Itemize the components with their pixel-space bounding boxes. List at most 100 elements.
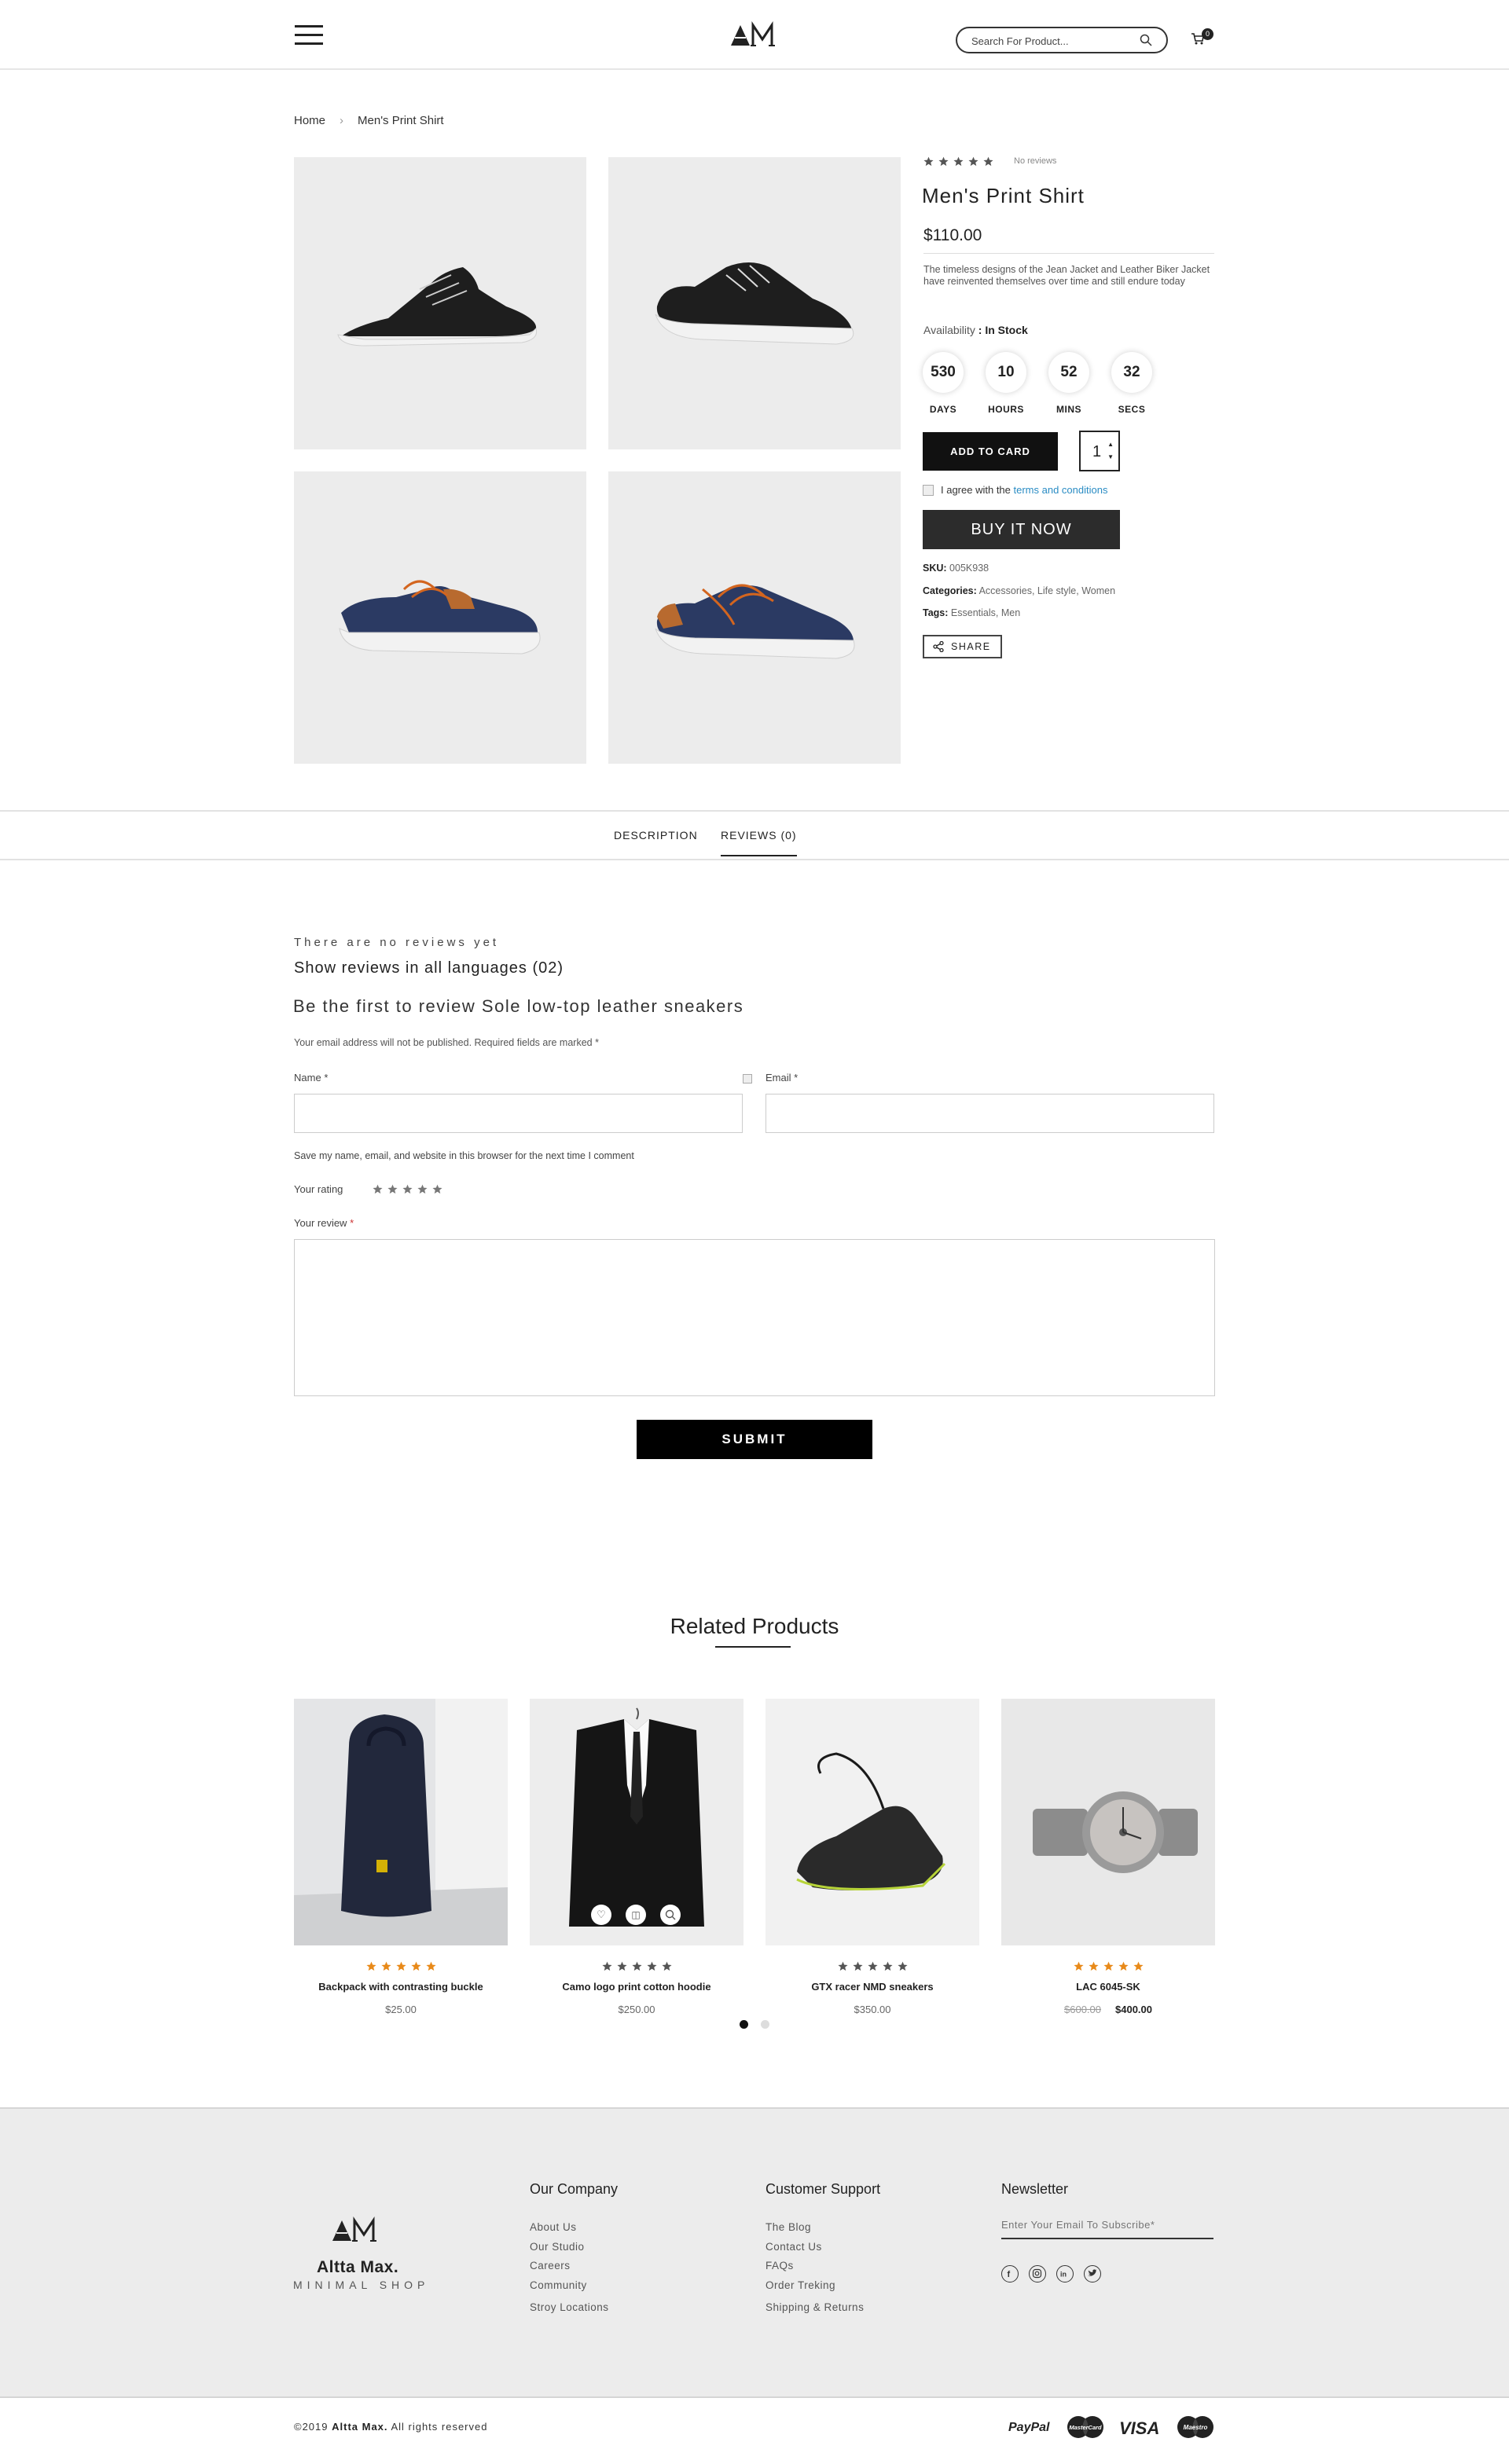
show-all-reviews-link[interactable]: Show reviews in all languages (02) bbox=[294, 959, 564, 977]
product-card-image[interactable] bbox=[294, 1699, 508, 1945]
product-card-image[interactable]: ♡ ◫ bbox=[530, 1699, 743, 1945]
category-link[interactable]: Accessories bbox=[979, 585, 1032, 596]
copyright-brand: Altta Max. bbox=[332, 2421, 388, 2433]
category-link[interactable]: Life style bbox=[1037, 585, 1076, 596]
tab-description[interactable]: DESCRIPTION bbox=[614, 829, 698, 842]
footer-link[interactable]: The Blog bbox=[766, 2221, 811, 2233]
star-icon bbox=[1103, 1961, 1114, 1971]
required-mark: * bbox=[595, 1037, 599, 1048]
footer-link[interactable]: Our Studio bbox=[530, 2241, 585, 2253]
footer-link[interactable]: Order Treking bbox=[766, 2279, 835, 2291]
zoom-icon[interactable] bbox=[660, 1905, 681, 1925]
footer-link[interactable]: FAQs bbox=[766, 2260, 794, 2272]
carousel-dot-active[interactable] bbox=[740, 2020, 748, 2029]
countdown-value: 52 bbox=[1048, 352, 1089, 393]
product-card[interactable]: ♡ ◫ Camo logo print cotton hoodie $250.0… bbox=[530, 1699, 743, 2015]
mastercard-label: MasterCard bbox=[1069, 2424, 1102, 2431]
product-card-rating bbox=[294, 1961, 508, 1971]
categories-label: Categories: bbox=[923, 585, 977, 596]
save-info-text: Save my name, email, and website in this… bbox=[294, 1150, 634, 1161]
star-icon bbox=[616, 1961, 627, 1971]
tab-reviews[interactable]: REVIEWS (0) bbox=[721, 829, 797, 856]
countdown-value: 32 bbox=[1111, 352, 1152, 393]
categories: Categories: Accessories, Life style, Wom… bbox=[923, 585, 1116, 596]
name-label-text: Name bbox=[294, 1072, 321, 1084]
old-price: $600.00 bbox=[1064, 2004, 1101, 2015]
terms-checkbox[interactable] bbox=[923, 484, 934, 496]
chevron-up-icon[interactable]: ▲ bbox=[1107, 442, 1114, 448]
footer-logo[interactable] bbox=[329, 2216, 384, 2248]
submit-button[interactable]: SUBMIT bbox=[637, 1420, 872, 1459]
share-button[interactable]: SHARE bbox=[923, 635, 1002, 658]
category-link[interactable]: Women bbox=[1081, 585, 1115, 596]
product-card-name[interactable]: Camo logo print cotton hoodie bbox=[530, 1981, 743, 1993]
search-input[interactable] bbox=[971, 33, 1129, 49]
tag-link[interactable]: Essentials bbox=[951, 607, 996, 618]
review-textarea[interactable] bbox=[294, 1239, 1215, 1396]
product-card-name[interactable]: LAC 6045-SK bbox=[1001, 1981, 1215, 1993]
product-card-name[interactable]: GTX racer NMD sneakers bbox=[766, 1981, 979, 1993]
quantity-stepper[interactable]: 1 ▲ ▼ bbox=[1079, 431, 1120, 471]
footer-link[interactable]: Contact Us bbox=[766, 2241, 822, 2253]
review-label-text: Your review bbox=[294, 1217, 347, 1229]
buy-it-now-button[interactable]: BUY IT NOW bbox=[923, 510, 1120, 549]
product-image-4[interactable] bbox=[608, 471, 901, 764]
site-logo[interactable] bbox=[728, 20, 783, 49]
email-field[interactable] bbox=[766, 1094, 1214, 1133]
terms-link[interactable]: terms and conditions bbox=[1014, 484, 1108, 496]
footer-link[interactable]: Careers bbox=[530, 2260, 571, 2272]
footer-link[interactable]: Stroy Locations bbox=[530, 2301, 609, 2313]
star-icon[interactable] bbox=[432, 1184, 442, 1194]
menu-icon[interactable] bbox=[295, 25, 323, 46]
search-icon[interactable] bbox=[1140, 34, 1152, 46]
product-card-image[interactable] bbox=[766, 1699, 979, 1945]
tag-link[interactable]: Men bbox=[1001, 607, 1020, 618]
breadcrumb-home[interactable]: Home bbox=[294, 114, 325, 127]
facebook-icon[interactable]: f bbox=[1001, 2265, 1019, 2282]
star-icon bbox=[852, 1961, 863, 1971]
star-icon bbox=[395, 1961, 406, 1971]
product-card-name[interactable]: Backpack with contrasting buckle bbox=[294, 1981, 508, 1993]
star-icon bbox=[601, 1961, 612, 1971]
product-card[interactable]: Backpack with contrasting buckle $25.00 bbox=[294, 1699, 508, 2015]
linkedin-icon[interactable]: in bbox=[1056, 2265, 1074, 2282]
star-icon bbox=[631, 1961, 642, 1971]
cart-button[interactable]: 0 bbox=[1191, 28, 1213, 50]
rating-label: Your rating bbox=[294, 1183, 343, 1195]
name-field[interactable] bbox=[294, 1094, 743, 1133]
add-to-cart-button[interactable]: ADD TO CARD bbox=[923, 432, 1058, 471]
quantity-value[interactable]: 1 bbox=[1092, 443, 1101, 461]
instagram-icon[interactable] bbox=[1029, 2265, 1046, 2282]
newsletter-email-input[interactable] bbox=[1001, 2219, 1213, 2239]
footer-link[interactable]: About Us bbox=[530, 2221, 577, 2233]
heart-icon[interactable]: ♡ bbox=[591, 1905, 611, 1925]
product-card[interactable]: LAC 6045-SK $600.00 $400.00 bbox=[1001, 1699, 1215, 2015]
product-card[interactable]: GTX racer NMD sneakers $350.00 bbox=[766, 1699, 979, 2015]
chevron-down-icon[interactable]: ▼ bbox=[1107, 454, 1114, 460]
star-icon bbox=[365, 1961, 376, 1971]
product-image-1[interactable] bbox=[294, 157, 586, 449]
show-all-count: (02) bbox=[532, 959, 564, 977]
product-image-3[interactable] bbox=[294, 471, 586, 764]
rating-input[interactable] bbox=[373, 1184, 442, 1194]
star-icon[interactable] bbox=[402, 1184, 413, 1194]
sku: SKU: 005K938 bbox=[923, 563, 989, 574]
star-icon[interactable] bbox=[417, 1184, 428, 1194]
copyright-suffix: All rights reserved bbox=[391, 2421, 488, 2433]
twitter-icon[interactable] bbox=[1084, 2265, 1101, 2282]
footer-link[interactable]: Community bbox=[530, 2279, 587, 2291]
title-underline bbox=[715, 1646, 791, 1648]
copyright: ©2019 Altta Max. All rights reserved bbox=[294, 2421, 487, 2433]
product-card-price: $600.00 $400.00 bbox=[1001, 2004, 1215, 2015]
star-icon[interactable] bbox=[373, 1184, 383, 1194]
star-icon[interactable] bbox=[387, 1184, 398, 1194]
product-card-image[interactable] bbox=[1001, 1699, 1215, 1945]
carousel-dot[interactable] bbox=[761, 2020, 769, 2029]
search-box[interactable] bbox=[956, 27, 1168, 53]
sku-label: SKU: bbox=[923, 563, 947, 574]
cart-count-badge: 0 bbox=[1202, 28, 1213, 40]
bag-icon[interactable]: ◫ bbox=[626, 1905, 646, 1925]
footer-link[interactable]: Shipping & Returns bbox=[766, 2301, 864, 2313]
field-checkbox[interactable] bbox=[743, 1074, 752, 1084]
product-image-2[interactable] bbox=[608, 157, 901, 449]
